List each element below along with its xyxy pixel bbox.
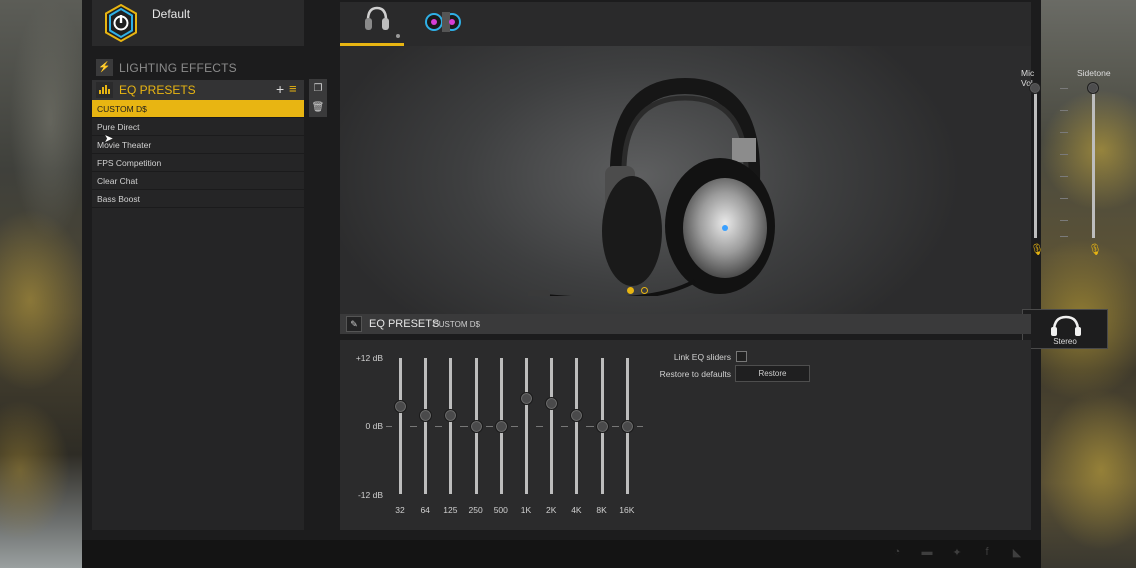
device-tab-cooler[interactable] [420,2,484,46]
link-eq-label: Link EQ sliders [673,352,731,362]
sidetone-knob[interactable] [1087,82,1099,94]
mic-vol-knob[interactable] [1029,82,1041,94]
preset-item-fps-competition[interactable]: FPS Competition [92,154,304,172]
stereo-button[interactable]: Stereo [1022,309,1108,349]
eq-presets-label: EQ PRESETS [119,83,196,97]
eq-band-knob-8k[interactable] [595,420,609,433]
trash-icon[interactable]: 🗑 [309,98,327,117]
desktop-wallpaper-left [0,0,82,568]
cooler-device-icon [425,12,461,32]
microphone-icon: 🎙 [1030,244,1044,256]
eq-band-slider-64[interactable] [424,358,428,494]
device-preview: Mic Vol Sidetone 🎙 🎙 Stereo [340,46,1111,349]
mic-vol-slider[interactable] [1029,82,1041,238]
lighting-effects-section[interactable]: ⚡ LIGHTING EFFECTS [92,58,304,78]
db-max-label: +12 dB [355,353,383,363]
eq-band-knob-64[interactable] [419,408,433,422]
profile-name: Default [152,7,191,21]
sidetone-label: Sidetone [1077,68,1111,78]
lightning-icon: ⚡ [96,59,113,76]
eq-band-slider-32[interactable] [399,358,402,494]
eq-band-knob-250[interactable] [469,420,483,433]
headset-image [528,77,775,296]
eq-band-slider-4k[interactable] [575,358,579,494]
eq-panel: +12 dB 0 dB -12 dB Link EQ sliders Resto… [340,340,1031,530]
device-bar [340,2,1031,46]
equalizer-icon [96,82,113,98]
preset-item-bass-boost[interactable]: Bass Boost [92,190,304,208]
headphones-icon [1051,315,1081,336]
corsair-icon[interactable]: ◣ [1011,546,1023,559]
eq-band-slider-125[interactable] [449,358,453,494]
eq-panel-title: EQ PRESETS [369,318,440,330]
eq-band-knob-16k[interactable] [620,420,634,433]
status-bar: ◔ ▬ ✦ f ◣ [82,540,1041,568]
db-mid-label: 0 dB [365,421,384,431]
carousel-dot-2[interactable] [641,287,649,294]
add-preset-icon[interactable]: + [276,81,284,97]
restore-defaults-label: Restore to defaults [659,369,731,379]
icue-window: Default ⚡ LIGHTING EFFECTS EQ PRESETS + … [82,0,1111,568]
device-tab-headset[interactable] [340,2,404,46]
preset-tools: ❐ 🗑 [309,79,327,117]
edit-icon[interactable]: ✎ [346,316,362,332]
profile-card[interactable]: Default [92,0,304,46]
eq-band-slider-2k[interactable] [550,358,554,494]
copy-icon[interactable]: ❐ [309,79,327,98]
sidetone-slider[interactable] [1087,82,1099,238]
eq-panel-header: ✎ EQ PRESETS CUSTOM D$ [340,314,1031,334]
eq-band-slider-1k[interactable] [525,358,528,494]
gauge-icon[interactable]: ◔ [891,546,903,559]
headset-device-icon [365,6,400,38]
carousel-dots [627,281,651,299]
preset-item-clear-chat[interactable]: Clear Chat [92,172,304,190]
carousel-dot-1[interactable] [627,287,634,294]
eq-presets-section[interactable]: EQ PRESETS + ≡ [92,80,304,100]
eq-band-knob-1k[interactable] [520,391,533,405]
eq-band-knob-4k[interactable] [570,408,584,422]
chat-icon[interactable]: ▬ [921,546,933,559]
preset-item-pure-direct[interactable]: Pure Direct [92,118,304,136]
sidetone-microphone-icon: 🎙 [1088,244,1102,256]
eq-band-label: 16K [619,505,635,515]
eq-band-knob-2k[interactable] [545,397,559,411]
eq-band-knob-125[interactable] [444,408,458,422]
restore-button[interactable]: Restore [735,365,810,382]
eq-preset-name: CUSTOM D$ [433,320,480,329]
menu-icon[interactable]: ≡ [289,81,297,96]
profile-logo-icon [105,4,137,42]
lighting-effects-label: LIGHTING EFFECTS [119,61,237,75]
preset-list: CUSTOM D$ Pure Direct Movie Theater FPS … [92,100,304,530]
eq-band-knob-32[interactable] [394,400,407,414]
db-min-label: -12 dB [357,490,383,500]
preset-item-movie-theater[interactable]: Movie Theater [92,136,304,154]
mouse-cursor-icon: ➤ [104,133,114,145]
link-eq-checkbox[interactable] [736,351,747,362]
preset-item-custom[interactable]: CUSTOM D$ [92,100,304,118]
stereo-label: Stereo [1053,337,1077,346]
twitter-icon[interactable]: ✦ [951,546,963,559]
eq-band-knob-500[interactable] [494,420,508,433]
facebook-icon[interactable]: f [981,546,993,559]
